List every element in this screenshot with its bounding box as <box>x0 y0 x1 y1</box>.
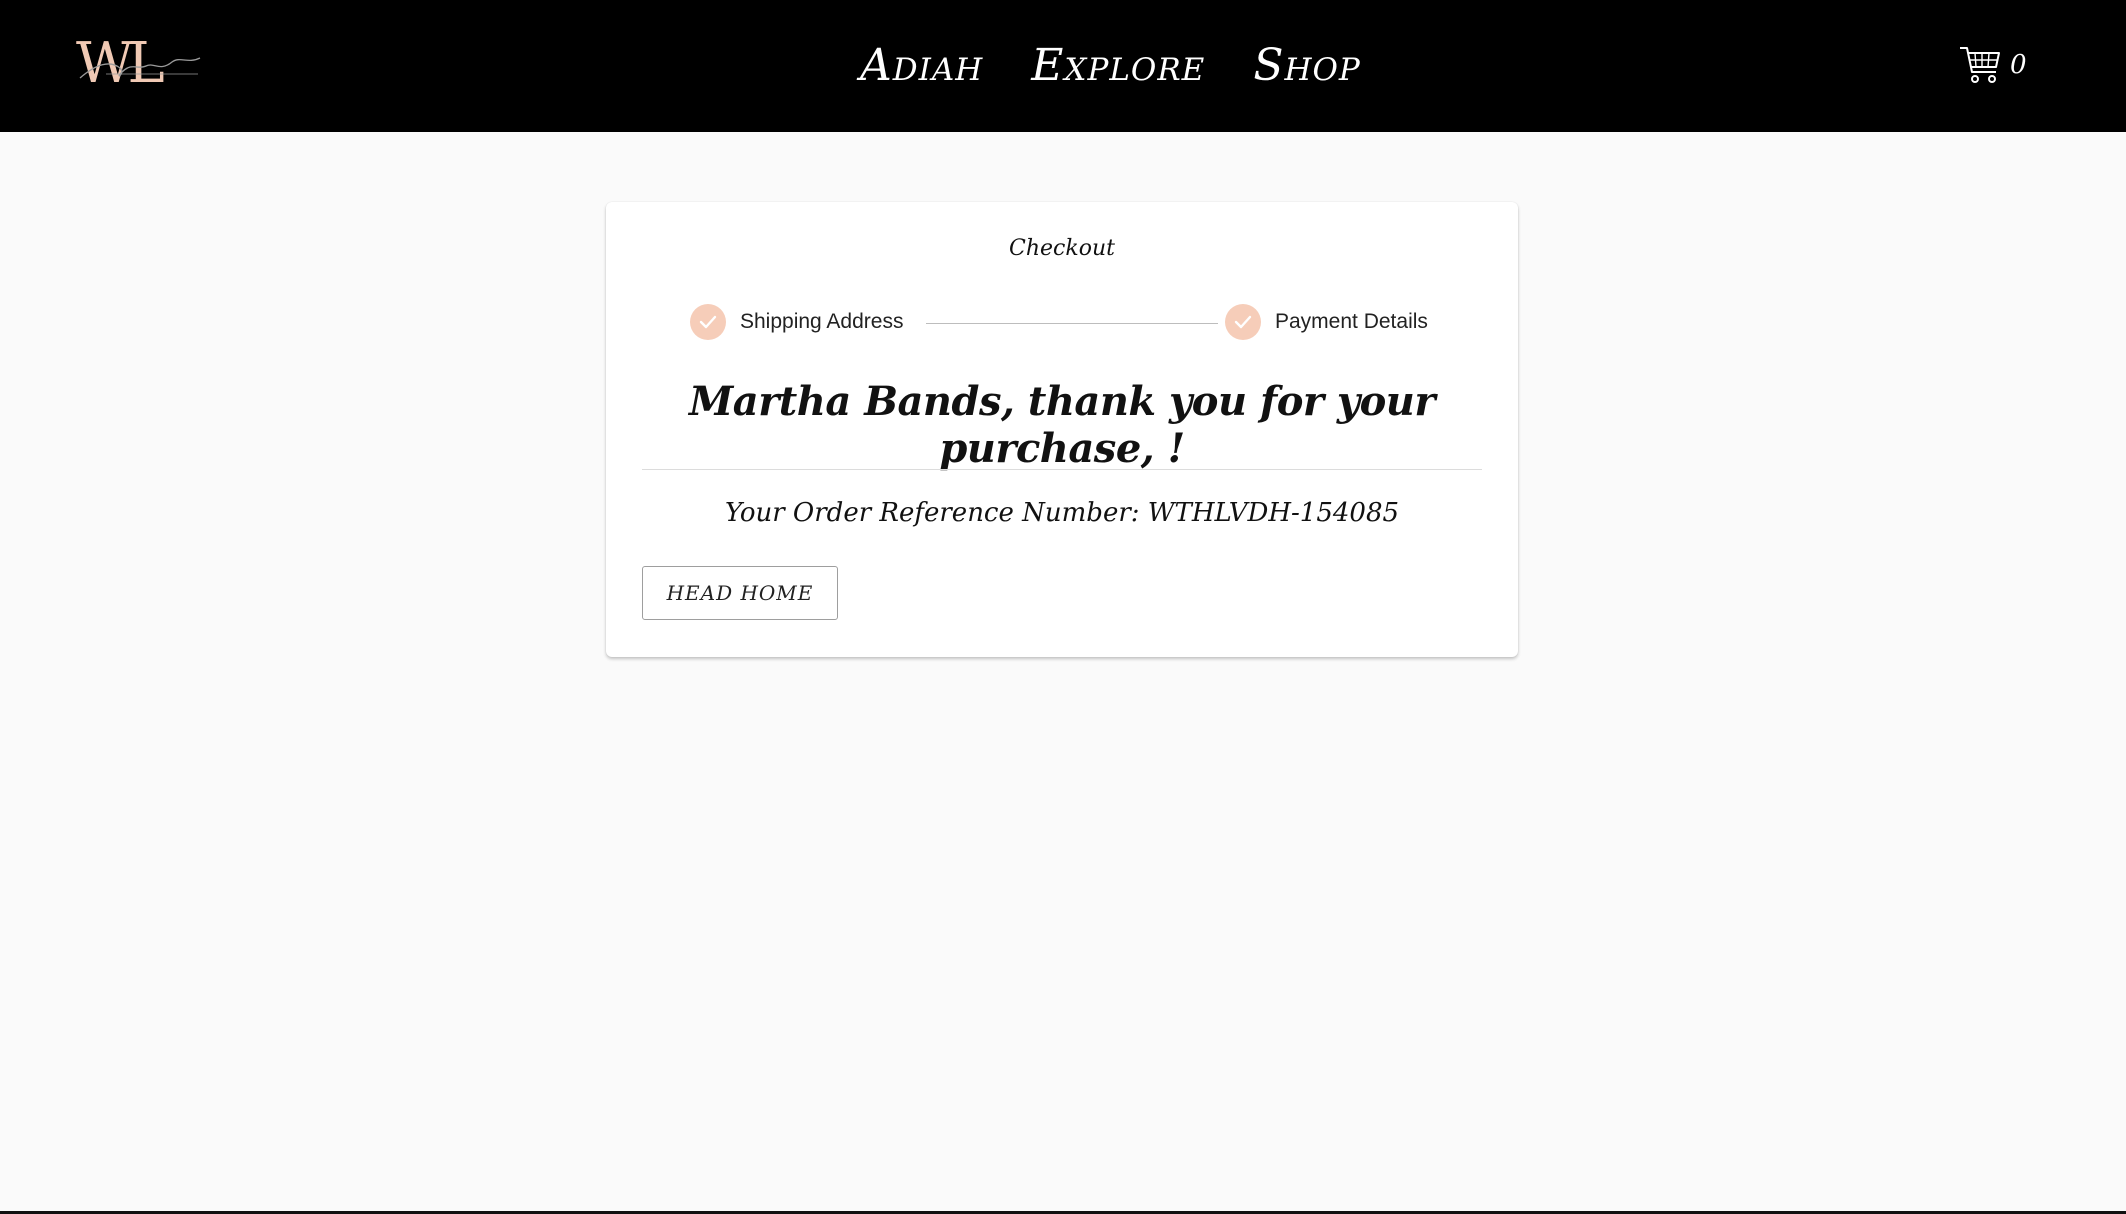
head-home-button[interactable]: HEAD HOME <box>642 566 838 620</box>
nav-link-shop[interactable]: Shop <box>1253 34 1360 98</box>
check-icon <box>1225 304 1261 340</box>
logo-signature-icon <box>79 57 201 79</box>
checkout-stepper: Shipping Address Payment Details <box>690 302 1434 342</box>
checkout-title: Checkout <box>1009 236 1115 261</box>
check-icon <box>690 304 726 340</box>
thank-you-heading: Martha Bands, thank you for your purchas… <box>689 378 1435 472</box>
cart-count: 0 <box>2010 50 2027 80</box>
step-shipping-address: Shipping Address <box>690 302 903 342</box>
checkout-card: Checkout Shipping Address Payment Detail… <box>606 202 1518 657</box>
cart-button[interactable]: 0 <box>1958 42 2027 88</box>
main-nav: Adiah Explore Shop <box>860 34 1361 98</box>
step-payment-details: Payment Details <box>1225 302 1428 342</box>
step-connector <box>926 323 1218 324</box>
brand-logo[interactable]: WL <box>76 34 206 94</box>
shopping-cart-icon <box>1960 47 2000 83</box>
step-label-payment: Payment Details <box>1275 310 1428 333</box>
divider <box>642 469 1482 470</box>
nav-link-adiah[interactable]: Adiah <box>860 34 983 98</box>
step-label-shipping: Shipping Address <box>740 310 904 333</box>
top-navbar: WL Adiah Explore Shop 0 <box>0 0 2126 132</box>
nav-link-explore[interactable]: Explore <box>1031 34 1205 98</box>
order-reference-text: Your Order Reference Number: WTHLVDH-154… <box>724 498 1400 528</box>
